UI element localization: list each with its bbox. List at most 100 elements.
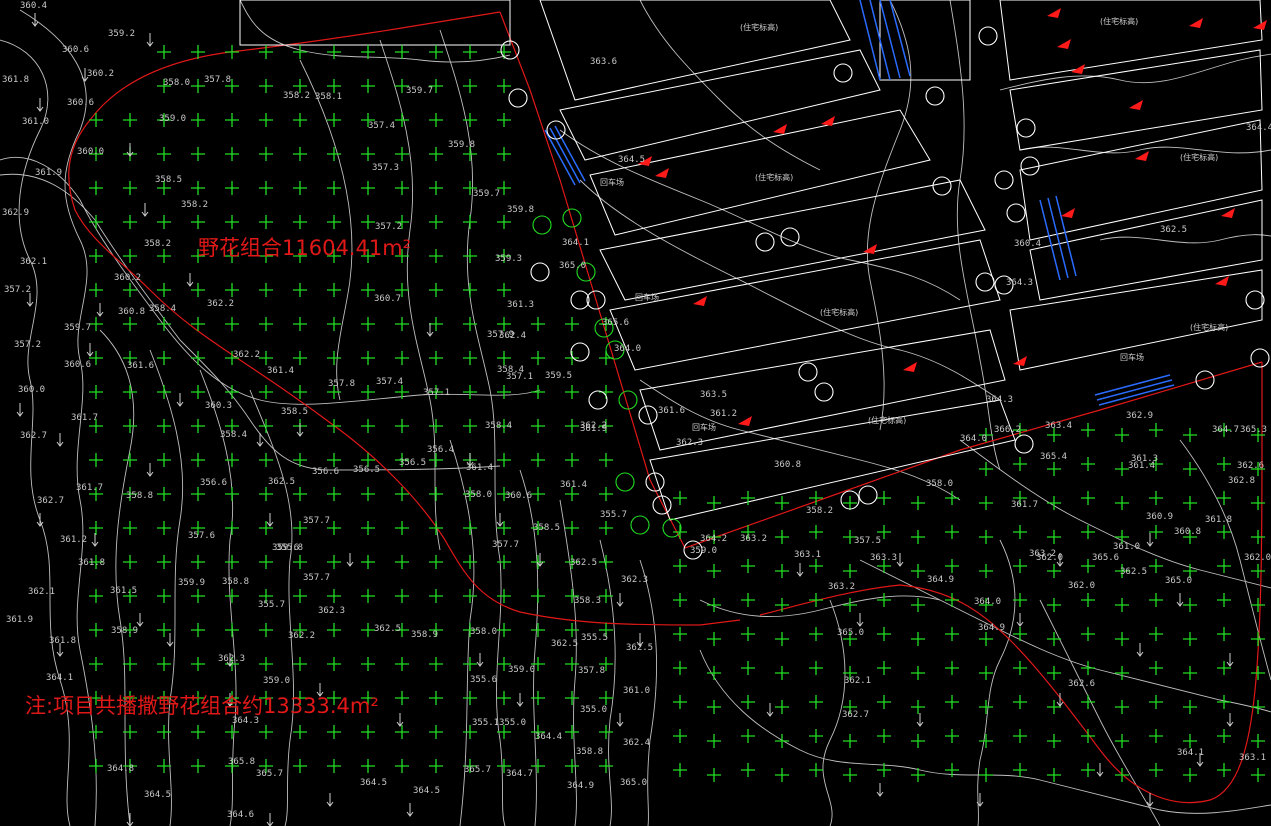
green-plus-icon — [463, 419, 477, 433]
green-plus-icon — [429, 249, 443, 263]
green-plus-icon — [327, 657, 341, 671]
green-plus-icon — [1183, 700, 1197, 714]
building-tag: (住宅标高) — [1100, 16, 1138, 26]
red-triangle-icon — [1013, 356, 1027, 366]
green-plus-icon — [497, 215, 511, 229]
elevation-label: 355.6 — [470, 675, 497, 685]
circle-icon — [1006, 203, 1026, 223]
green-plus-icon — [1047, 462, 1061, 476]
green-plus-icon — [191, 453, 205, 467]
green-plus-icon — [327, 453, 341, 467]
down-arrow-icon — [91, 533, 99, 547]
green-plus-icon — [429, 215, 443, 229]
green-plus-icon — [1081, 423, 1095, 437]
green-plus-icon — [157, 147, 171, 161]
elevation-label: 360.8 — [118, 307, 145, 317]
elevation-label: 358.9 — [111, 626, 138, 636]
elevation-label: 358.5 — [155, 175, 182, 185]
green-plus-icon — [429, 113, 443, 127]
green-plus-icon — [945, 491, 959, 505]
green-plus-icon — [327, 113, 341, 127]
down-arrow-icon — [266, 513, 274, 527]
circle-icon — [630, 515, 650, 535]
green-plus-icon — [89, 385, 103, 399]
green-plus-icon — [1149, 763, 1163, 777]
elevation-label: 358.2 — [806, 506, 833, 516]
green-plus-icon — [979, 462, 993, 476]
green-plus-icon — [775, 496, 789, 510]
green-plus-icon — [565, 691, 579, 705]
elevation-label: 362.7 — [20, 431, 47, 441]
elevation-label: 360.7 — [374, 294, 401, 304]
elevation-label: 363.6 — [590, 57, 617, 67]
green-plus-icon — [361, 79, 375, 93]
green-plus-icon — [361, 419, 375, 433]
circle-icon — [975, 272, 995, 292]
circle-icon — [978, 26, 998, 46]
green-plus-icon — [673, 559, 687, 573]
green-plus-icon — [123, 317, 137, 331]
green-plus-icon — [877, 661, 891, 675]
circle-icon — [994, 170, 1014, 190]
elevation-label: 362.3 — [621, 575, 648, 585]
green-plus-icon — [531, 487, 545, 501]
green-plus-icon — [259, 283, 273, 297]
elevation-label: 364.7 — [506, 769, 533, 779]
green-plus-icon — [395, 759, 409, 773]
elevation-label: 364.4 — [1246, 123, 1271, 133]
green-plus-icon — [497, 691, 511, 705]
elevation-label: 361.8 — [49, 636, 76, 646]
green-plus-icon — [741, 627, 755, 641]
green-plus-icon — [293, 589, 307, 603]
green-plus-icon — [123, 249, 137, 263]
green-plus-icon — [531, 317, 545, 331]
green-plus-icon — [599, 589, 613, 603]
circle-icon — [1250, 348, 1270, 368]
circle-icon — [780, 227, 800, 247]
elevation-label: 362.6 — [1237, 461, 1264, 471]
elevation-label: 360.6 — [64, 360, 91, 370]
down-arrow-icon — [1226, 653, 1234, 667]
green-plus-icon — [395, 521, 409, 535]
green-plus-icon — [809, 525, 823, 539]
elevation-label: 364.4 — [535, 732, 562, 742]
down-arrow-icon — [396, 713, 404, 727]
green-plus-icon — [361, 181, 375, 195]
building-tag: 回车场 — [600, 177, 624, 187]
elevation-label: 355.0 — [580, 705, 607, 715]
green-plus-icon — [123, 555, 137, 569]
green-plus-icon — [911, 496, 925, 510]
down-arrow-icon — [896, 553, 904, 567]
green-plus-icon — [1217, 661, 1231, 675]
green-plus-icon — [361, 487, 375, 501]
green-plus-icon — [1081, 627, 1095, 641]
elevation-label: 358.4 — [485, 421, 512, 431]
circle-icon — [1245, 290, 1265, 310]
green-plus-icon — [157, 759, 171, 773]
elevation-label: 363.2 — [740, 534, 767, 544]
green-plus-icon — [843, 768, 857, 782]
green-plus-icon — [911, 530, 925, 544]
green-plus-icon — [429, 419, 443, 433]
green-plus-icon — [89, 657, 103, 671]
red-triangle-icon — [738, 416, 752, 426]
green-plus-icon — [259, 181, 273, 195]
down-arrow-icon — [146, 463, 154, 477]
green-plus-icon — [775, 598, 789, 612]
elevation-label: 364.0 — [960, 434, 987, 444]
green-plus-icon — [293, 215, 307, 229]
elevation-label: 357.1 — [423, 388, 450, 398]
green-plus-icon — [673, 491, 687, 505]
elevation-label: 361.4 — [267, 366, 294, 376]
green-plus-icon — [259, 215, 273, 229]
green-plus-icon — [157, 249, 171, 263]
green-plus-icon — [157, 623, 171, 637]
green-plus-icon — [293, 147, 307, 161]
green-plus-icon — [1013, 525, 1027, 539]
green-plus-icon — [1251, 530, 1265, 544]
circle-icon — [532, 215, 552, 235]
green-plus-icon — [89, 623, 103, 637]
elevation-label: 360.9 — [1146, 512, 1173, 522]
green-plus-icon — [259, 555, 273, 569]
green-plus-icon — [945, 729, 959, 743]
